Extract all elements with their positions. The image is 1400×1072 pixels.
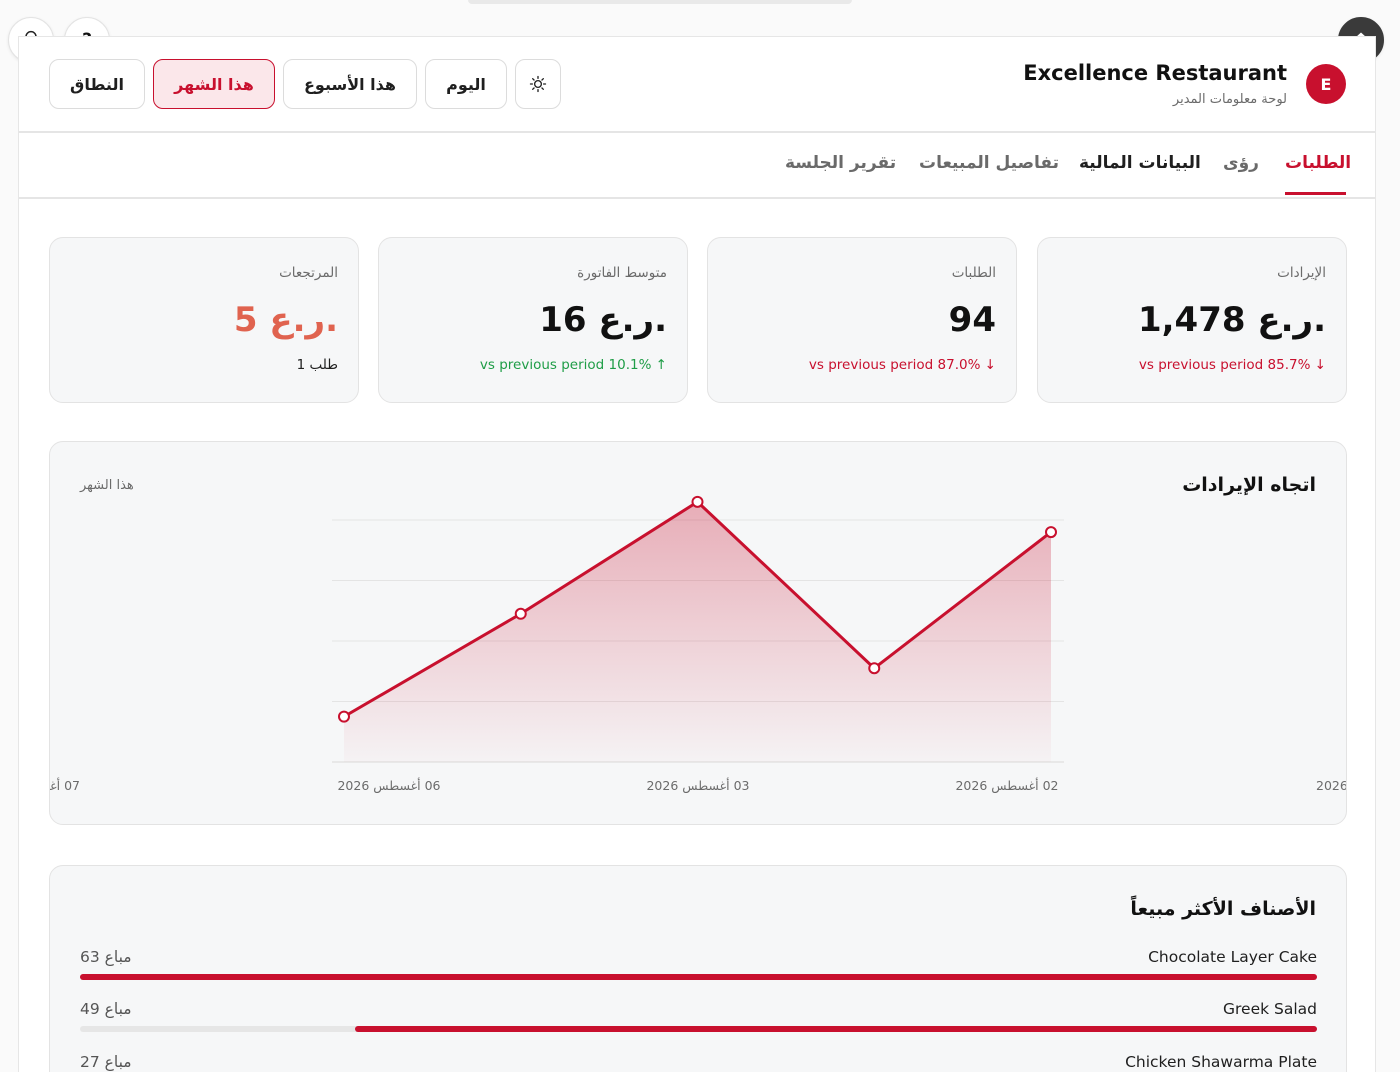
kpi-delta: vs previous period 85.7% ↓ [1138,357,1326,373]
range-scope-button[interactable]: النطاق [49,59,145,109]
range-month-label: هذا الشهر [174,74,254,94]
item-bar-fill [80,974,1317,980]
item-name: Chicken Shawarma Plate [1125,1053,1317,1071]
item-name: Chocolate Layer Cake [1148,948,1317,966]
logo-letter: E [1320,74,1332,94]
tab-financial-data[interactable]: البيانات المالية [1079,153,1201,173]
kpi-value: 94 [948,300,996,340]
tab-orders[interactable]: الطلبات [1285,153,1351,173]
active-tab-indicator [1285,192,1346,195]
tab-bar: الطلبات رؤى البيانات المالية تفاصيل المب… [19,135,1375,199]
kpi-sub: 1 طلب [296,357,338,373]
data-point [1045,526,1057,539]
kpi-delta: vs previous period 87.0% ↓ [808,357,996,373]
top-items-title: الأصناف الأكثر مبيعاً [1130,898,1316,920]
kpi-label: متوسط الفاتورة [577,265,667,281]
dashboard-header: E Excellence Restaurant لوحة معلومات الم… [19,37,1375,133]
data-point [338,710,350,723]
kpi-card-avg-invoice: متوسط الفاتورة 16 ر.ع. vs previous perio… [378,237,688,403]
dashboard-subtitle: لوحة معلومات المدير [1172,92,1287,107]
item-name: Greek Salad [1223,1000,1317,1018]
range-scope-label: النطاق [70,74,124,94]
data-point [868,662,881,675]
range-week-label: هذا الأسبوع [303,74,396,94]
x-tick-label: 01 أغسطس 2026 [1316,777,1346,794]
item-count: 27 مباع [80,1053,132,1071]
range-this-month-button[interactable]: هذا الشهر [153,59,275,109]
revenue-trend-chart: 01 أغسطس 2026 02 أغسطس 2026 03 أغسطس 2026 0… [50,495,1346,794]
kpi-delta: vs previous period 10.1% ↑ [479,357,667,373]
restaurant-name: Excellence Restaurant [1023,61,1287,85]
data-point [691,495,704,508]
item-bar-fill [354,1026,1317,1032]
x-tick-label: 02 أغسطس 2026 [955,777,1058,794]
kpi-label: المرتجعات [279,265,338,281]
list-item: Greek Salad 49 مباع [80,1000,1317,1050]
x-tick-label: 06 أغسطس 2026 [337,777,440,794]
restaurant-logo: E [1306,64,1346,104]
item-bar-track [80,974,1317,980]
kpi-value: 5 ر.ع. [233,300,338,340]
tab-session-report[interactable]: تقرير الجلسة [785,153,896,173]
tab-sales-details[interactable]: تفاصيل المبيعات [919,153,1059,173]
data-point [514,607,527,620]
dashboard-card: E Excellence Restaurant لوحة معلومات الم… [18,36,1376,1072]
item-count: 49 مباع [80,1000,132,1018]
item-count: 63 مباع [80,948,132,966]
tab-insights[interactable]: رؤى [1223,153,1259,173]
x-tick-label: 07 أغسطس 2026 [50,777,80,794]
sun-icon [529,75,547,93]
theme-toggle-button[interactable] [515,59,561,109]
item-bar-track [80,1026,1317,1032]
kpi-value: 1,478 ر.ع. [1137,300,1326,340]
range-today-button[interactable]: اليوم [425,59,507,109]
list-item: Chocolate Layer Cake 63 مباع [80,948,1317,998]
top-items-panel: الأصناف الأكثر مبيعاً Chocolate Layer Ca… [49,865,1347,1072]
list-item: Chicken Shawarma Plate 27 مباع [80,1053,1317,1072]
kpi-label: الإيرادات [1277,265,1326,281]
range-today-label: اليوم [446,74,486,94]
kpi-card-returns: المرتجعات 5 ر.ع. 1 طلب [49,237,359,403]
revenue-trend-panel: اتجاه الإيرادات هذا الشهر 01 أغسطس 20260… [49,441,1347,825]
kpi-card-orders: الطلبات 94 vs previous period 87.0% ↓ [707,237,1017,403]
x-tick-label: 03 أغسطس 2026 [646,777,749,794]
kpi-value: 16 ر.ع. [539,300,667,340]
kpi-card-revenue: الإيرادات 1,478 ر.ع. vs previous period … [1037,237,1347,403]
revenue-area [344,501,1051,762]
top-toolbar-edge [468,0,852,4]
range-this-week-button[interactable]: هذا الأسبوع [283,59,417,109]
kpi-label: الطلبات [951,265,996,281]
